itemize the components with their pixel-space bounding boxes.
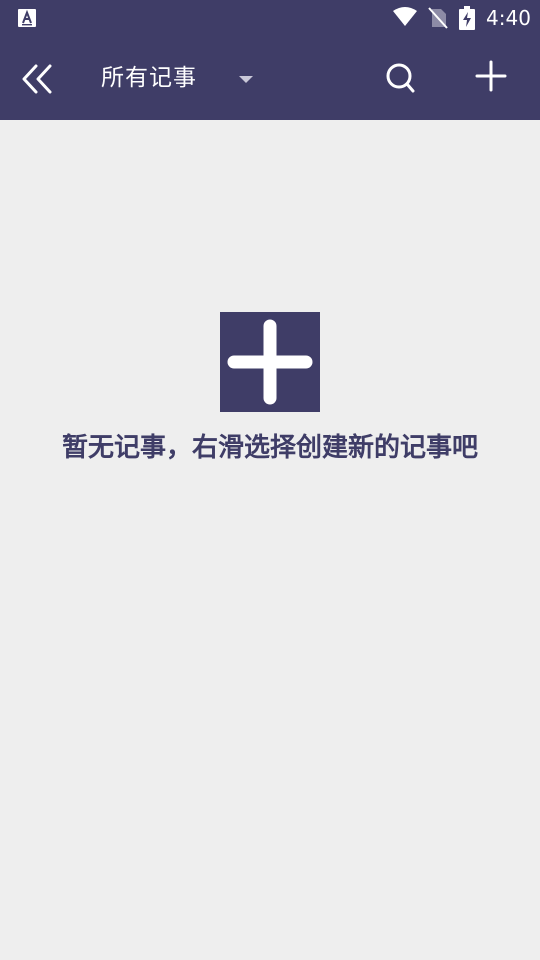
caret-down-icon[interactable] — [232, 68, 260, 92]
empty-state-message: 暂无记事，右滑选择创建新的记事吧 — [61, 433, 478, 463]
search-icon[interactable] — [380, 56, 420, 100]
status-bar: 4:40 — [0, 0, 540, 36]
no-sim-icon — [428, 7, 448, 29]
a-letter-icon — [18, 9, 36, 27]
double-chevron-left-icon[interactable] — [14, 56, 60, 102]
battery-charging-icon — [459, 6, 475, 30]
page-title[interactable]: 所有记事 — [101, 63, 197, 93]
wifi-icon — [393, 7, 417, 26]
app-header: 4:40 所有记事 — [0, 0, 540, 120]
status-time: 4:40 — [486, 6, 531, 30]
plus-icon — [227, 319, 313, 405]
plus-icon[interactable] — [470, 56, 512, 98]
toolbar: 所有记事 — [0, 36, 540, 120]
create-note-button[interactable] — [220, 312, 320, 412]
